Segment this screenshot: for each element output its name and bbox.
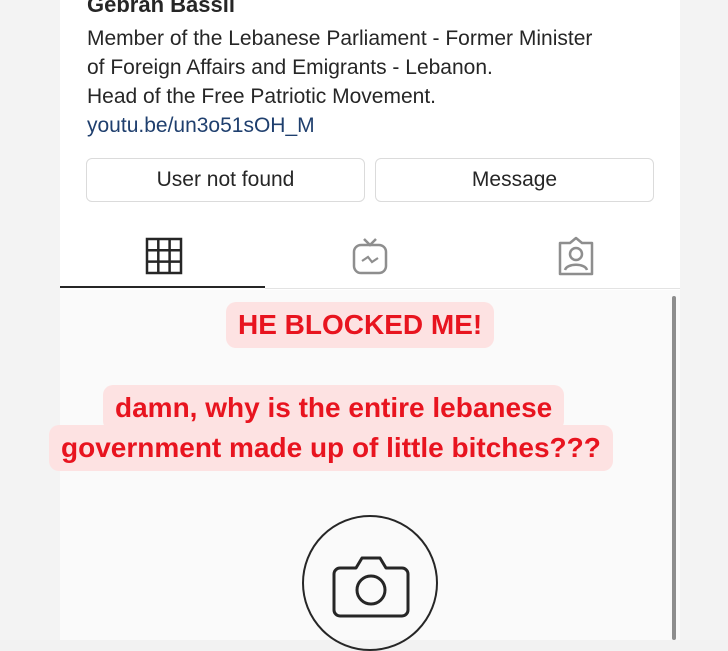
active-tab-indicator — [60, 286, 265, 288]
left-edge — [0, 0, 60, 640]
right-edge — [680, 0, 728, 640]
tab-igtv[interactable] — [346, 232, 394, 280]
tab-posts[interactable] — [140, 232, 188, 280]
profile-name: Gebran Bassil — [87, 0, 235, 17]
profile-bio: Member of the Lebanese Parliament - Form… — [87, 24, 667, 140]
camera-icon — [332, 556, 410, 618]
caption-line: HE BLOCKED ME! — [226, 302, 495, 348]
bio-line: Head of the Free Patriotic Movement. — [87, 85, 436, 108]
bio-line: Member of the Lebanese Parliament - Form… — [87, 27, 593, 50]
scrollbar[interactable] — [672, 296, 676, 640]
bio-line: of Foreign Affairs and Emigrants - Leban… — [87, 56, 493, 79]
message-button[interactable]: Message — [375, 158, 654, 202]
caption-line: government made up of little bitches??? — [49, 425, 613, 471]
igtv-icon — [352, 238, 388, 275]
grid-icon — [145, 237, 183, 275]
bio-link[interactable]: youtu.be/un3o51sOH_M — [87, 111, 667, 140]
tab-tagged[interactable] — [552, 232, 600, 280]
tagged-icon — [558, 236, 594, 276]
tab-divider — [265, 288, 680, 289]
follow-status-button[interactable]: User not found — [86, 158, 365, 202]
